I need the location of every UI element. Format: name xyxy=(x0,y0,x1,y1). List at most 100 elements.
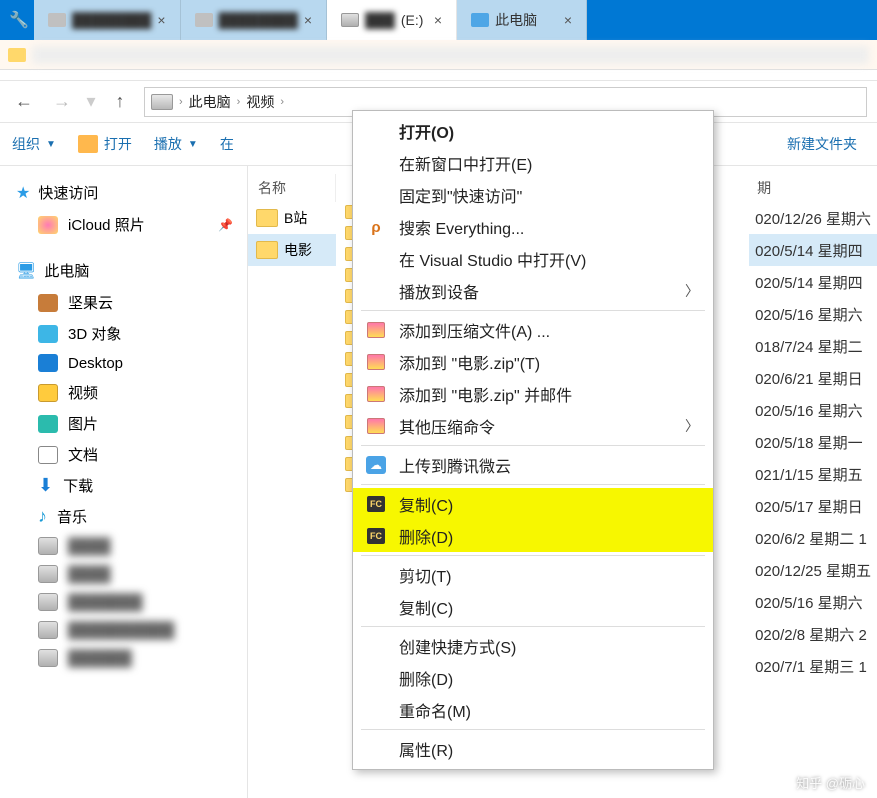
pin-icon: 📌 xyxy=(218,218,233,232)
date-cell: 020/7/1 星期三 1 xyxy=(749,650,877,682)
desktop-icon xyxy=(38,354,58,372)
close-icon[interactable]: × xyxy=(434,12,442,28)
sidebar-item-3d[interactable]: 3D 对象 xyxy=(6,318,241,349)
archive-icon xyxy=(367,418,385,434)
menu-open[interactable]: 打开(O) xyxy=(353,115,713,147)
sidebar-item-disk[interactable]: ██████████ xyxy=(6,616,241,644)
menu-cut[interactable]: 剪切(T) xyxy=(353,559,713,591)
icloud-icon xyxy=(38,216,58,234)
column-header-date[interactable]: 期 xyxy=(749,174,877,202)
sidebar-item-desktop[interactable]: Desktop xyxy=(6,349,241,377)
menu-add-archive[interactable]: 添加到压缩文件(A) ... xyxy=(353,314,713,346)
menu-create-shortcut[interactable]: 创建快捷方式(S) xyxy=(353,630,713,662)
sidebar-item-disk[interactable]: ████ xyxy=(6,532,241,560)
breadcrumb-video[interactable]: 视频 xyxy=(246,92,274,112)
chevron-right-icon[interactable]: › xyxy=(179,96,183,108)
date-cell: 020/5/17 星期日 xyxy=(749,490,877,522)
menu-add-zip-mail[interactable]: 添加到 "电影.zip" 并邮件 xyxy=(353,378,713,410)
folder-icon xyxy=(195,13,213,27)
wrench-icon[interactable]: 🔧 xyxy=(4,0,34,40)
archive-icon xyxy=(367,322,385,338)
chevron-right-icon[interactable]: › xyxy=(237,96,241,108)
date-cell: 020/5/14 星期四 xyxy=(749,234,877,266)
menu-separator xyxy=(361,626,705,627)
close-icon[interactable]: × xyxy=(564,12,572,28)
folder-icon xyxy=(8,48,26,62)
sidebar-item-music[interactable]: ♪音乐 xyxy=(6,501,241,532)
disk-icon xyxy=(38,649,58,667)
menu-pin-quick-access[interactable]: 固定到"快速访问" xyxy=(353,179,713,211)
sidebar-this-pc[interactable]: 🖥此电脑 xyxy=(6,254,241,287)
fastcopy-icon: FC xyxy=(367,496,385,512)
file-row[interactable]: B站 xyxy=(248,202,336,234)
fastcopy-icon: FC xyxy=(367,528,385,544)
menu-upload-weiyun[interactable]: ☁上传到腾讯微云 xyxy=(353,449,713,481)
sidebar-item-disk[interactable]: ████ xyxy=(6,560,241,588)
sidebar-item-disk[interactable]: ███████ xyxy=(6,588,241,616)
menu-play-to-device[interactable]: 播放到设备〉 xyxy=(353,275,713,307)
file-row-selected[interactable]: 电影 xyxy=(248,234,336,266)
menu-separator xyxy=(361,310,705,311)
title-bar: 🔧 ████████ × ████████ × ███ (E:) × 此电脑 × xyxy=(0,0,877,40)
date-cell: 020/6/2 星期二 1 xyxy=(749,522,877,554)
menu-separator xyxy=(361,445,705,446)
menu-other-compress[interactable]: 其他压缩命令〉 xyxy=(353,410,713,442)
disk-icon xyxy=(38,593,58,611)
sidebar-item-jianguoyun[interactable]: 坚果云 xyxy=(6,287,241,318)
tab-this-pc[interactable]: 此电脑 × xyxy=(457,0,587,40)
menu-rename[interactable]: 重命名(M) xyxy=(353,694,713,726)
date-cell: 020/5/16 星期六 xyxy=(749,586,877,618)
folder-open-icon xyxy=(78,135,98,153)
tab-drive-e[interactable]: ███ (E:) × xyxy=(327,0,457,40)
tab-blurred-1[interactable]: ████████ × xyxy=(34,0,181,40)
breadcrumb-thispc[interactable]: 此电脑 xyxy=(189,92,231,112)
sidebar-item-documents[interactable]: 文档 xyxy=(6,439,241,470)
date-cell: 020/12/26 星期六 xyxy=(749,202,877,234)
chevron-right-icon: 〉 xyxy=(685,416,699,436)
sidebar-quick-access[interactable]: ★快速访问 xyxy=(6,176,241,209)
sidebar-item-icloud[interactable]: iCloud 照片📌 xyxy=(6,209,241,240)
sidebar-item-disk[interactable]: ██████ xyxy=(6,644,241,672)
recent-dropdown[interactable]: ▾ xyxy=(86,88,96,116)
sidebar-item-pictures[interactable]: 图片 xyxy=(6,408,241,439)
disk-icon xyxy=(38,621,58,639)
folder-icon xyxy=(256,241,278,259)
menu-separator xyxy=(361,484,705,485)
back-button[interactable]: ← xyxy=(10,88,38,116)
ribbon-bar xyxy=(0,40,877,70)
menu-fc-delete[interactable]: FC删除(D) xyxy=(353,520,713,552)
organize-button[interactable]: 组织 ▼ xyxy=(12,134,56,154)
column-header-name[interactable]: 名称 xyxy=(248,174,336,202)
document-icon xyxy=(38,446,58,464)
date-cell: 018/7/24 星期二 xyxy=(749,330,877,362)
menu-delete[interactable]: 删除(D) xyxy=(353,662,713,694)
archive-icon xyxy=(367,386,385,402)
up-button[interactable]: ↑ xyxy=(106,88,134,116)
date-cell: 020/5/16 星期六 xyxy=(749,298,877,330)
menu-copy[interactable]: 复制(C) xyxy=(353,591,713,623)
forward-button[interactable]: → xyxy=(48,88,76,116)
close-icon[interactable]: × xyxy=(157,12,165,28)
close-icon[interactable]: × xyxy=(304,12,312,28)
play-button[interactable]: 播放 ▼ xyxy=(154,134,198,154)
drive-icon xyxy=(151,94,173,110)
menu-open-new-window[interactable]: 在新窗口中打开(E) xyxy=(353,147,713,179)
menu-fc-copy[interactable]: FC复制(C) xyxy=(353,488,713,520)
tab-blurred-2[interactable]: ████████ × xyxy=(181,0,328,40)
sidebar-item-videos[interactable]: 视频 xyxy=(6,377,241,408)
menu-add-movie-zip[interactable]: 添加到 "电影.zip"(T) xyxy=(353,346,713,378)
menu-properties[interactable]: 属性(R) xyxy=(353,733,713,765)
in-button[interactable]: 在 xyxy=(220,134,234,154)
watermark: 知乎 @砺心 xyxy=(796,773,865,792)
download-icon: ⬇ xyxy=(38,475,53,496)
new-folder-button[interactable]: 新建文件夹 xyxy=(787,134,857,154)
chevron-right-icon[interactable]: › xyxy=(280,96,284,108)
date-cell: 021/1/15 星期五 xyxy=(749,458,877,490)
open-button[interactable]: 打开 xyxy=(78,134,132,154)
menu-open-visual-studio[interactable]: 在 Visual Studio 中打开(V) xyxy=(353,243,713,275)
sidebar-item-downloads[interactable]: ⬇下载 xyxy=(6,470,241,501)
pc-icon xyxy=(471,13,489,27)
date-cell: 020/5/18 星期一 xyxy=(749,426,877,458)
date-cell: 020/5/16 星期六 xyxy=(749,394,877,426)
menu-search-everything[interactable]: ρ搜索 Everything... xyxy=(353,211,713,243)
